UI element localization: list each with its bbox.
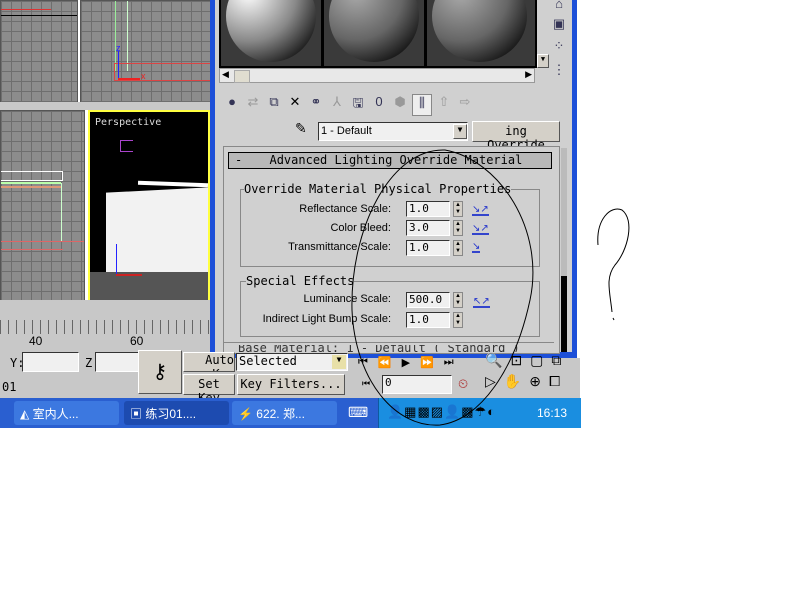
hand-drawn-annotations [351,149,630,426]
hand-drawn-circle [351,149,534,426]
hand-drawn-question-mark [597,208,630,321]
